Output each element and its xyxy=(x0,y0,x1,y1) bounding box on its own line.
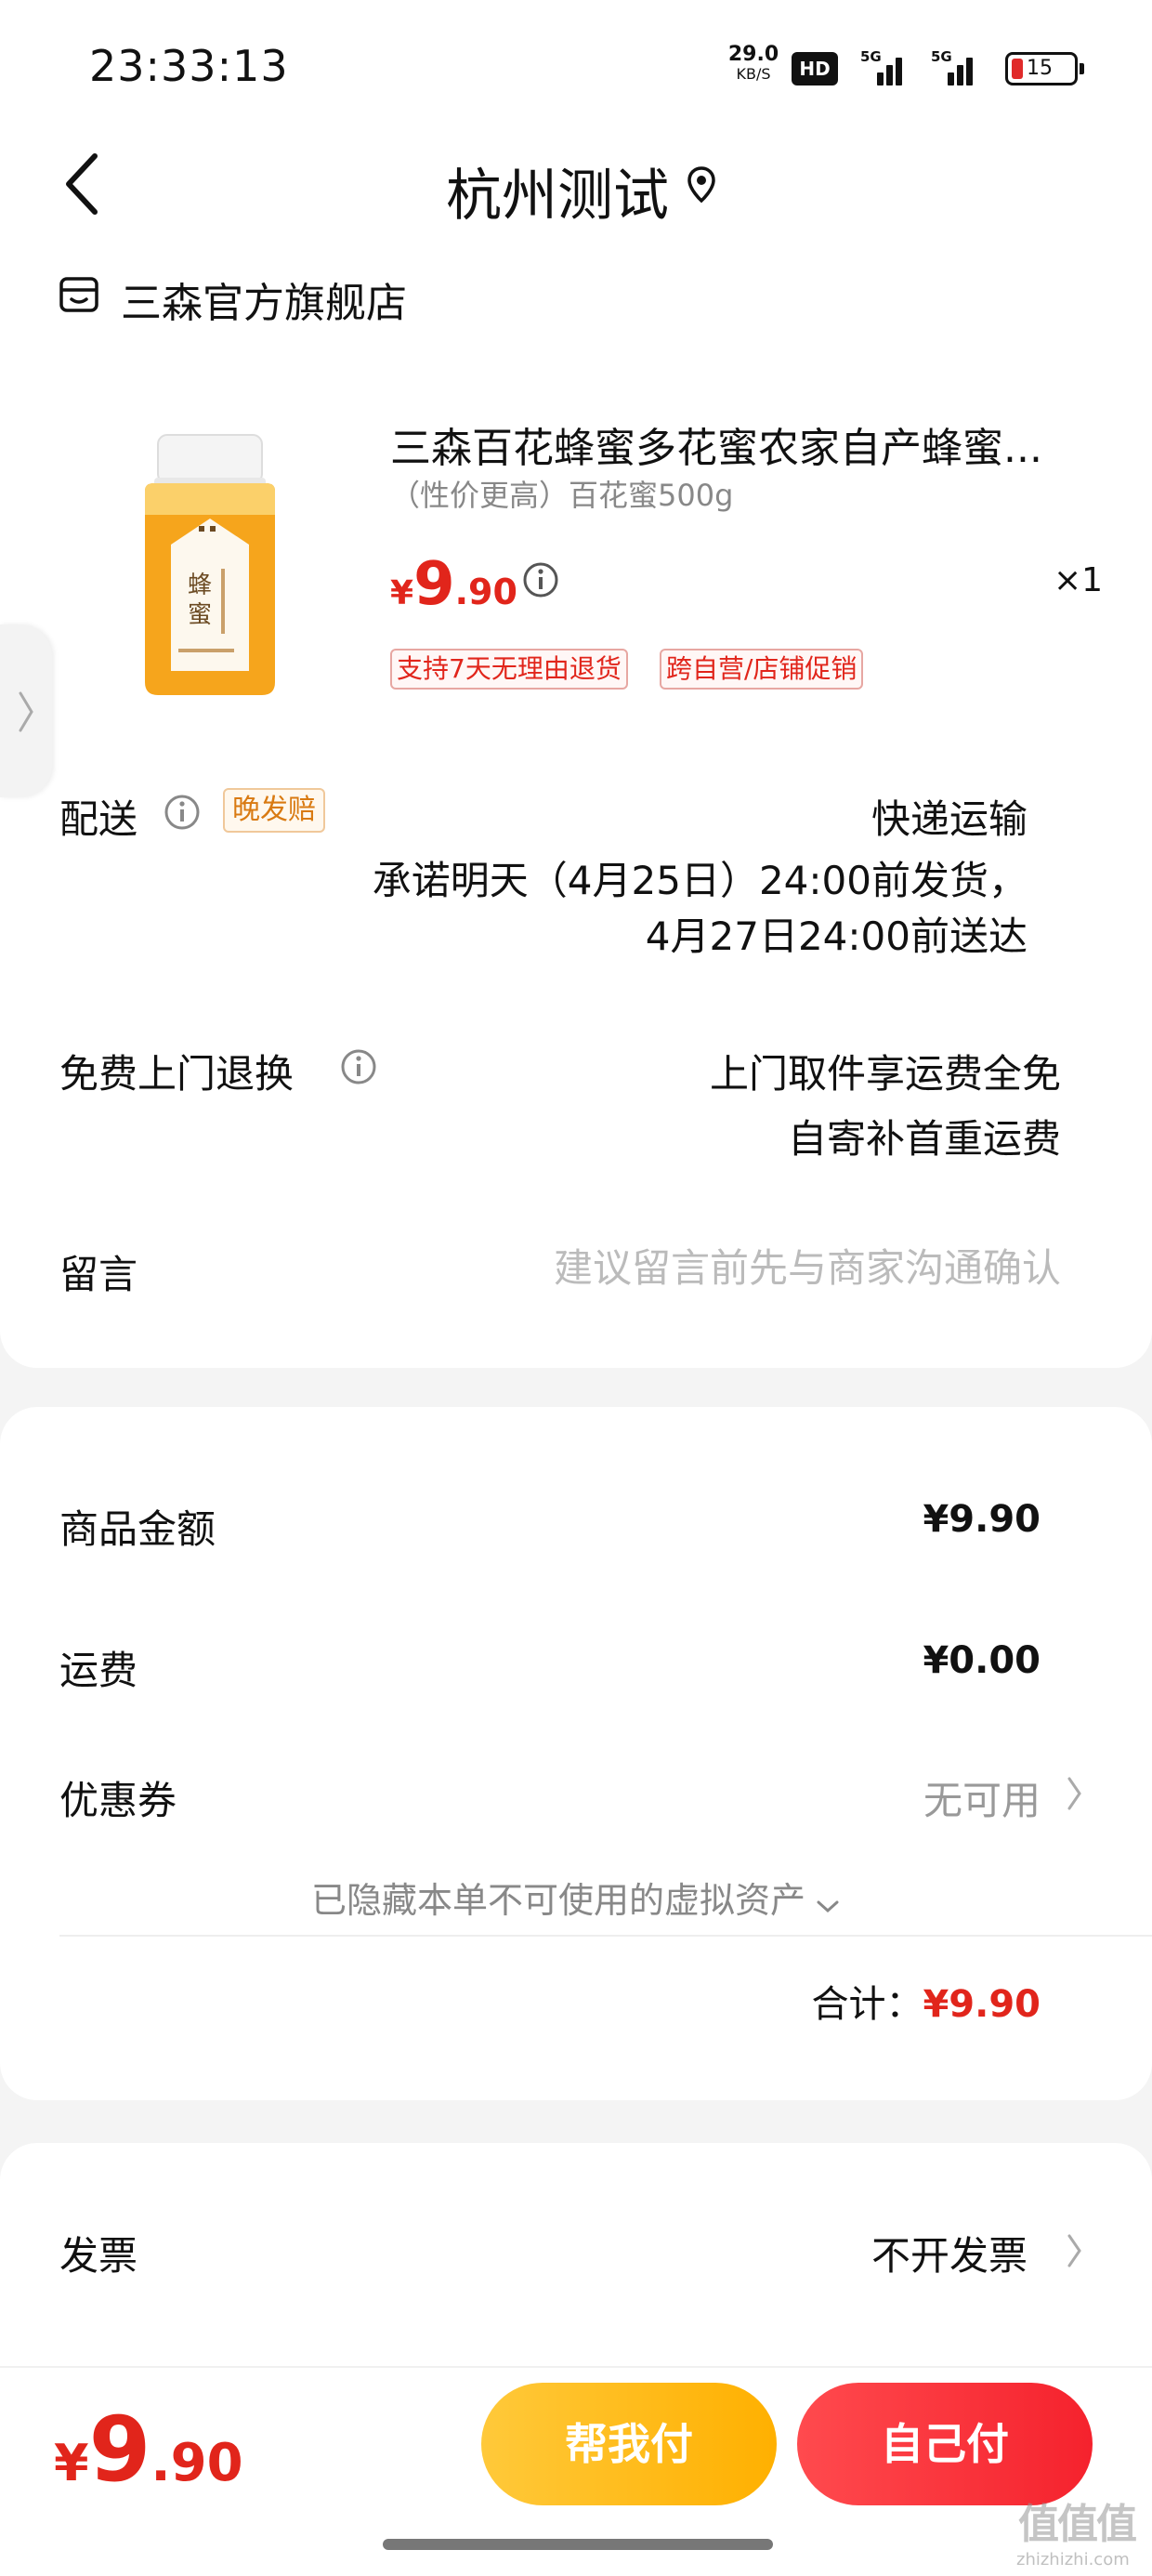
late-compensation-badge[interactable]: 晚发赔 xyxy=(223,788,325,833)
checkout-total-price: ¥9.90 xyxy=(54,2398,243,2502)
total-row: 合计：¥9.90 xyxy=(811,1974,1041,2028)
product-title[interactable]: 三森百花蜂蜜多花蜜农家自产蜂蜜... xyxy=(390,414,1059,474)
network-speed-unit: KB/S xyxy=(736,65,771,83)
chevron-right-icon[interactable] xyxy=(1065,2232,1083,2273)
help-pay-button[interactable]: 帮我付 xyxy=(481,2383,777,2505)
price-currency: ¥ xyxy=(54,2434,89,2492)
status-time: 23:33:13 xyxy=(89,41,289,91)
network-speed-value: 29.0 xyxy=(727,43,779,66)
goods-amount-label: 商品金额 xyxy=(59,1506,216,1552)
back-button[interactable] xyxy=(56,149,115,219)
info-icon[interactable] xyxy=(522,561,559,598)
service-tag-return: 支持7天无理由退货 xyxy=(390,649,628,690)
chevron-right-icon[interactable] xyxy=(1065,1775,1083,1816)
watermark-logo: 值值值 xyxy=(1018,2501,1137,2548)
product-price: ¥9.90 xyxy=(390,550,517,619)
signal-type-label: 5G xyxy=(860,48,882,65)
delivery-promise-ship: 承诺明天（4月25日）24:00前发货， xyxy=(372,858,1028,903)
shipping-fee-label: 运费 xyxy=(59,1648,138,1693)
chevron-left-icon xyxy=(66,153,98,215)
home-indicator[interactable] xyxy=(383,2539,773,2550)
message-input[interactable] xyxy=(411,1240,1061,1295)
signal-type-label: 5G xyxy=(931,48,952,65)
product-spec[interactable]: （性价更高）百花蜜500g xyxy=(390,472,733,515)
price-currency: ¥ xyxy=(390,574,414,612)
svg-text:蜂: 蜂 xyxy=(188,572,212,599)
delivery-label: 配送 xyxy=(59,796,138,842)
divider xyxy=(59,1935,1152,1937)
coupon-label: 优惠券 xyxy=(59,1778,177,1823)
info-icon[interactable] xyxy=(340,1048,377,1085)
self-pay-button[interactable]: 自己付 xyxy=(797,2383,1093,2505)
price-integer: 9 xyxy=(88,2398,151,2502)
free-return-self-ship: 自寄补首重运费 xyxy=(787,1116,1061,1162)
total-value: ¥9.90 xyxy=(923,1983,1041,2026)
price-decimal: .90 xyxy=(151,2433,243,2493)
price-integer: 9 xyxy=(413,550,455,619)
invoice-label: 发票 xyxy=(59,2233,138,2279)
total-label: 合计： xyxy=(811,1983,923,2026)
battery-level: 15 xyxy=(1027,57,1053,80)
message-label: 留言 xyxy=(59,1252,138,1297)
watermark-text: zhizhizhi.com xyxy=(1016,2550,1130,2569)
hidden-assets-text: 已隐藏本单不可使用的虚拟资产 xyxy=(310,1880,805,1921)
goods-amount-value: ¥9.90 xyxy=(923,1498,1041,1541)
delivery-promise-arrive: 4月27日24:00前送达 xyxy=(645,913,1028,959)
battery-icon: 15 xyxy=(1005,52,1084,85)
store-icon xyxy=(58,273,100,316)
hd-icon: HD xyxy=(792,52,838,85)
store-name[interactable]: 三森官方旗舰店 xyxy=(121,269,407,329)
shipping-fee-value: ¥0.00 xyxy=(923,1639,1041,1682)
product-quantity: ×1 xyxy=(1054,561,1104,599)
coupon-value[interactable]: 无可用 xyxy=(923,1769,1041,1826)
signal-icon-2: 5G xyxy=(931,48,979,85)
map-pin-icon[interactable] xyxy=(686,165,717,204)
delivery-method[interactable]: 快递运输 xyxy=(871,788,1028,845)
network-speed: 29.0 KB/S xyxy=(725,45,782,82)
price-decimal: .90 xyxy=(454,572,517,612)
chevron-down-icon xyxy=(815,1883,841,1924)
free-return-label: 免费上门退换 xyxy=(59,1051,295,1097)
side-drawer-handle[interactable] xyxy=(0,624,52,797)
chevron-right-icon xyxy=(19,691,33,732)
page-title[interactable]: 杭州测试 xyxy=(390,151,669,231)
free-return-pickup: 上门取件享运费全免 xyxy=(709,1051,1061,1097)
svg-text:蜜: 蜜 xyxy=(188,601,212,629)
info-icon[interactable] xyxy=(164,794,201,831)
invoice-value[interactable]: 不开发票 xyxy=(871,2225,1028,2281)
hidden-assets-toggle[interactable]: 已隐藏本单不可使用的虚拟资产 xyxy=(0,1872,1152,1924)
product-image[interactable]: 蜂 蜜 xyxy=(117,429,303,708)
signal-icon-1: 5G xyxy=(860,48,909,85)
service-tag-promo: 跨自营/店铺促销 xyxy=(660,649,864,690)
